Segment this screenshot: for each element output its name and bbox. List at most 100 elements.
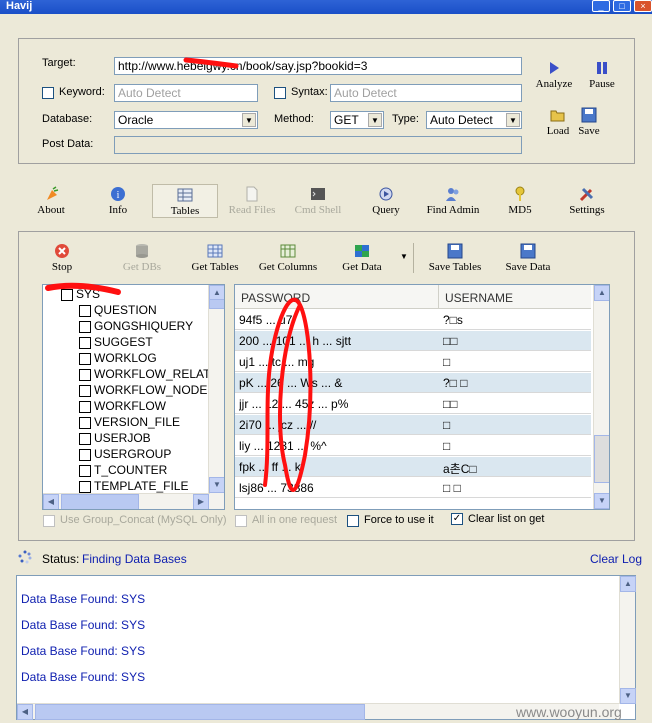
tree-item[interactable]: QUESTION	[79, 303, 157, 319]
cell-username: a촌C□	[443, 462, 477, 476]
tree-root-checkbox[interactable]	[61, 288, 73, 301]
grid-vertical-scrollbar[interactable]: ▲ ▼	[593, 285, 609, 509]
tree-item[interactable]: GONGSHIQUERY	[79, 319, 193, 335]
scroll-down-icon[interactable]: ▼	[620, 688, 636, 704]
save-tables-button[interactable]: Save Tables	[420, 243, 490, 273]
minimize-button[interactable]: _	[592, 0, 610, 12]
column-header-username[interactable]: USERNAME	[445, 291, 513, 305]
tab-about[interactable]: About	[34, 186, 68, 216]
method-select[interactable]: GET ▼	[330, 111, 384, 129]
tree-root[interactable]: SYS	[61, 287, 100, 303]
cell-password: lsj86 ... 73886	[239, 481, 314, 495]
table-row[interactable]: fpk ... ff ... kf a촌C□	[235, 457, 591, 477]
scroll-down-icon[interactable]: ▼	[594, 493, 609, 509]
tree-item-checkbox[interactable]	[79, 320, 91, 333]
load-button[interactable]: Load	[542, 107, 574, 137]
scroll-down-icon[interactable]: ▼	[209, 477, 224, 493]
tree-item[interactable]: WORKFLOW_NODE	[79, 383, 207, 399]
database-select[interactable]: Oracle ▼	[114, 111, 258, 129]
load-label: Load	[546, 125, 570, 137]
table-row[interactable]: lsj86 ... 73886 □ □	[235, 478, 591, 498]
tree-item-checkbox[interactable]	[79, 464, 91, 477]
postdata-field[interactable]	[114, 136, 522, 154]
tree-horizontal-scrollbar[interactable]: ◀ ▶	[43, 493, 210, 509]
close-button[interactable]: ×	[634, 0, 652, 12]
table-row[interactable]: 2i70 ... jcz ... // □	[235, 415, 591, 435]
analyze-button[interactable]: Analyze	[532, 60, 576, 90]
tree-item[interactable]: WORKFLOW	[79, 399, 166, 415]
clear-list-checkbox[interactable]: ✓	[451, 513, 463, 525]
tree-item[interactable]: VERSION_FILE	[79, 415, 180, 431]
get-data-dropdown-icon[interactable]: ▼	[400, 252, 408, 261]
maximize-button[interactable]: □	[613, 0, 631, 12]
scroll-up-icon[interactable]: ▲	[594, 285, 609, 301]
table-row[interactable]: pK ... 26 ... Ws ... & ?□ □	[235, 373, 591, 393]
table-row[interactable]: jjr ... 12 ... 45z ... p% □□	[235, 394, 591, 414]
tree-item[interactable]: WORKFLOW_RELATIO	[79, 367, 223, 383]
table-row[interactable]: 94f5 ... u7 ?□s	[235, 310, 591, 330]
tree-item[interactable]: T_COUNTER	[79, 463, 167, 479]
scroll-left-icon[interactable]: ◀	[43, 494, 59, 509]
tree-item-checkbox[interactable]	[79, 368, 91, 381]
tree-item-checkbox[interactable]	[79, 448, 91, 461]
tree-item-checkbox[interactable]	[79, 480, 91, 493]
cell-username: □	[443, 418, 451, 432]
get-dbs-button[interactable]: Get DBs	[118, 243, 166, 273]
log-line: Data Base Found: SYS	[21, 618, 146, 632]
tree-item[interactable]: USERJOB	[79, 431, 151, 447]
tree-item-checkbox[interactable]	[79, 304, 91, 317]
tab-settings[interactable]: Settings	[560, 186, 614, 216]
tree-item-checkbox[interactable]	[79, 432, 91, 445]
scroll-right-icon[interactable]: ▶	[193, 494, 209, 509]
keyword-field[interactable]: Auto Detect	[114, 84, 258, 102]
tree-item-checkbox[interactable]	[79, 400, 91, 413]
scroll-thumb[interactable]	[35, 704, 365, 720]
save-data-button[interactable]: Save Data	[498, 243, 558, 273]
table-row[interactable]: 200 ... 101 ... h ... sjtt □□	[235, 331, 591, 351]
target-url-field[interactable]: http://www.hebeigwy.cn/book/say.jsp?book…	[114, 57, 522, 75]
tree-item-checkbox[interactable]	[79, 384, 91, 397]
tab-query[interactable]: Query	[368, 186, 404, 216]
table-row[interactable]: uj1 ... tc ... mg □	[235, 352, 591, 372]
force-use-checkbox[interactable]	[347, 515, 359, 527]
all-in-one-checkbox[interactable]	[235, 515, 247, 527]
scroll-thumb[interactable]	[61, 494, 139, 509]
tab-md5[interactable]: MD5	[506, 186, 534, 216]
tab-find-admin[interactable]: Find Admin	[420, 186, 486, 216]
tree-item[interactable]: SUGGEST	[79, 335, 153, 351]
tab-info[interactable]: i Info	[102, 186, 134, 216]
tree-item[interactable]: WORKLOG	[79, 351, 157, 367]
tree-item-checkbox[interactable]	[79, 416, 91, 429]
keyword-checkbox[interactable]	[42, 87, 54, 99]
get-columns-button[interactable]: Get Columns	[254, 243, 322, 273]
clear-log-link[interactable]: Clear Log	[590, 552, 642, 566]
table-tree[interactable]: SYS QUESTION GONGSHIQUERY SUGGEST WORKLOG WO…	[42, 284, 225, 510]
tree-item-checkbox[interactable]	[79, 352, 91, 365]
scroll-thumb[interactable]	[594, 435, 609, 483]
column-header-password[interactable]: PASSWORD	[241, 291, 310, 305]
stop-button[interactable]: Stop	[46, 243, 78, 273]
scroll-left-icon[interactable]: ◀	[17, 704, 33, 720]
scroll-thumb[interactable]	[209, 299, 224, 309]
tree-item[interactable]: USERGROUP	[79, 447, 171, 463]
tree-item-label: USERGROUP	[94, 447, 172, 461]
tools-icon	[579, 187, 594, 202]
tree-item-checkbox[interactable]	[79, 336, 91, 349]
data-grid[interactable]: PASSWORD USERNAME 94f5 ... u7 ?□s 200 ... …	[234, 284, 610, 510]
tree-vertical-scrollbar[interactable]: ▲ ▼	[208, 285, 224, 509]
type-select[interactable]: Auto Detect ▼	[426, 111, 522, 129]
scroll-up-icon[interactable]: ▲	[620, 576, 636, 592]
tab-read-files[interactable]: Read Files	[220, 186, 284, 216]
log-vertical-scrollbar[interactable]: ▲ ▼	[619, 576, 636, 704]
table-row[interactable]: liy ... 1231 ... %^ □	[235, 436, 591, 456]
syntax-checkbox[interactable]	[274, 87, 286, 99]
get-tables-button[interactable]: Get Tables	[184, 243, 246, 273]
pause-button[interactable]: Pause	[584, 60, 620, 90]
group-concat-checkbox[interactable]	[43, 515, 55, 527]
save-button[interactable]: Save	[574, 107, 604, 137]
syntax-field[interactable]: Auto Detect	[330, 84, 522, 102]
log-panel[interactable]: Data Base Found: SYS Data Base Found: SY…	[16, 575, 636, 720]
tab-cmd-shell[interactable]: Cmd Shell	[288, 186, 348, 216]
get-data-button[interactable]: Get Data	[336, 243, 388, 273]
tab-tables[interactable]: Tables	[152, 184, 218, 218]
